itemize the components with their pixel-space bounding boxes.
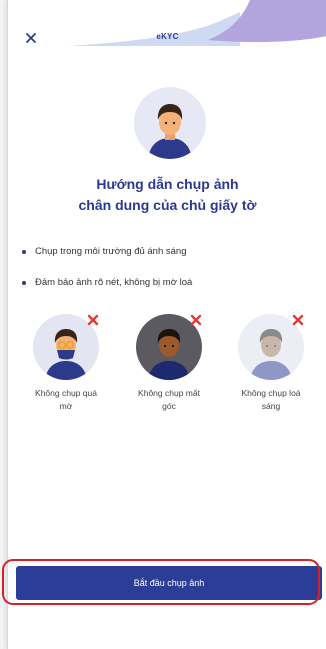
example-overexposed: Không chụp loá sáng	[218, 314, 324, 413]
bullet-dot-icon	[22, 280, 26, 285]
header: eKYC	[8, 0, 326, 62]
example-label-line-2: góc	[162, 401, 176, 411]
bullet-dot-icon	[22, 249, 26, 254]
example-label-line-1: Không chụp mất	[138, 388, 200, 398]
example-label-line-2: mờ	[59, 401, 73, 411]
header-decoration	[8, 0, 326, 46]
tip-item: Chụp trong môi trường đủ ánh sáng	[20, 244, 320, 259]
error-x-icon	[87, 314, 99, 326]
example-label-line-2: sáng	[261, 401, 281, 411]
tip-item: Đảm bảo ảnh rõ nét, không bị mờ loá	[20, 275, 320, 290]
person-icon	[148, 104, 192, 159]
example-label-line-1: Không chụp loá	[241, 388, 301, 398]
start-capture-button[interactable]: Bắt đầu chụp ảnh	[16, 566, 322, 600]
tip-text: Chụp trong môi trường đủ ánh sáng	[35, 246, 187, 257]
example-blurry: Không chụp quá mờ	[13, 314, 119, 413]
page-title: eKYC	[156, 32, 179, 41]
bad-examples: Không chụp quá mờ Không chụp mất góc Khô…	[8, 314, 326, 424]
ekyc-screen: eKYC Hướng dẫn chụp ảnh chân dung của ch…	[7, 0, 326, 649]
example-label-line-1: Không chụp quá	[35, 388, 97, 398]
heading-line-2: chân dung của chủ giấy tờ	[78, 197, 257, 213]
tip-text: Đảm bảo ảnh rõ nét, không bị mờ loá	[35, 277, 193, 288]
instruction-heading: Hướng dẫn chụp ảnh chân dung của chủ giấ…	[8, 174, 326, 216]
example-angle: Không chụp mất góc	[116, 314, 222, 413]
error-x-icon	[292, 314, 304, 326]
heading-line-1: Hướng dẫn chụp ảnh	[96, 176, 239, 192]
tips-list: Chụp trong môi trường đủ ánh sáng Đảm bả…	[20, 244, 320, 306]
error-x-icon	[190, 314, 202, 326]
portrait-illustration	[134, 87, 206, 159]
